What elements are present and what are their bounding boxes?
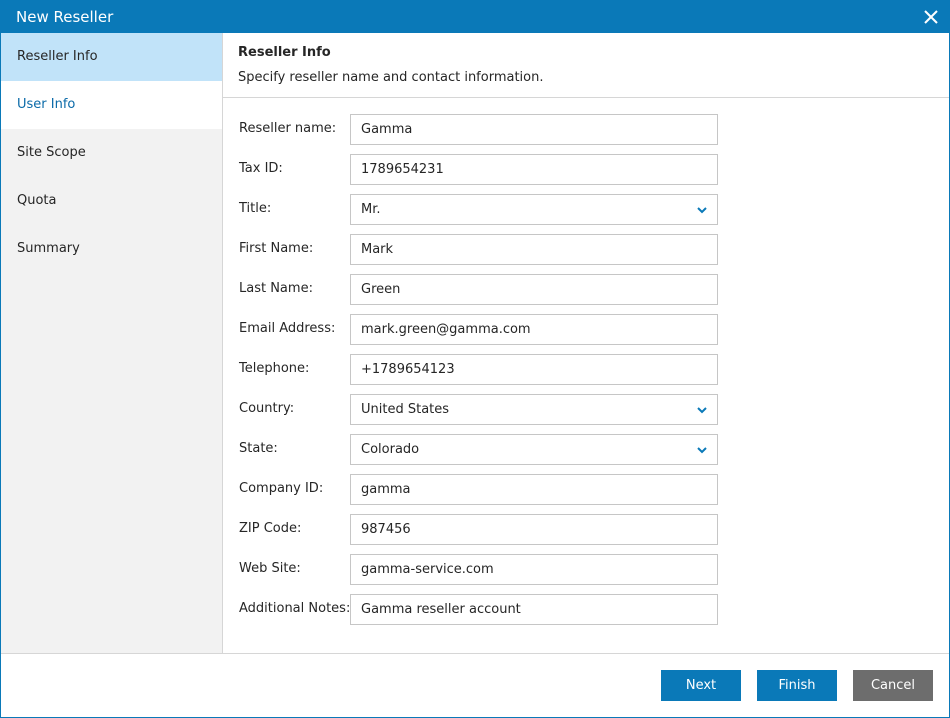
sidebar-item-quota[interactable]: Quota [1,177,222,225]
last-name-input[interactable]: Green [350,274,718,305]
state-label: State: [239,441,278,456]
zip-label: ZIP Code: [239,521,302,536]
first-name-input[interactable]: Mark [350,234,718,265]
sidebar-item-label: Summary [17,241,80,256]
country-select[interactable]: United States [350,394,718,425]
step-header: Reseller Info Specify reseller name and … [223,33,949,98]
new-reseller-dialog: New Reseller Reseller Info User Info Sit… [0,0,950,718]
sidebar-item-label: Reseller Info [17,49,98,64]
form-row-telephone: Telephone: +1789654123 [239,354,719,385]
form-row-state: State: Colorado [239,434,719,465]
form-row-last-name: Last Name: Green [239,274,719,305]
form-row-company-id: Company ID: gamma [239,474,719,505]
chevron-down-icon [697,407,707,414]
notes-input[interactable]: Gamma reseller account [350,594,718,625]
country-select-value: United States [361,402,450,417]
state-select[interactable]: Colorado [350,434,718,465]
close-icon[interactable] [921,7,941,27]
form-row-reseller-name: Reseller name: Gamma [239,114,719,145]
reseller-name-input[interactable]: Gamma [350,114,718,145]
step-title: Reseller Info [238,45,331,60]
form-row-zip: ZIP Code: 987456 [239,514,719,545]
title-bar: New Reseller [1,1,949,33]
email-input[interactable]: mark.green@gamma.com [350,314,718,345]
form-row-country: Country: United States [239,394,719,425]
cancel-button[interactable]: Cancel [853,670,933,701]
title-select[interactable]: Mr. [350,194,718,225]
form-row-first-name: First Name: Mark [239,234,719,265]
form-row-email: Email Address: mark.green@gamma.com [239,314,719,345]
company-id-label: Company ID: [239,481,324,496]
form-row-website: Web Site: gamma-service.com [239,554,719,585]
chevron-down-icon [697,447,707,454]
telephone-input[interactable]: +1789654123 [350,354,718,385]
form-row-notes: Additional Notes: Gamma reseller account [239,594,719,625]
form-row-tax-id: Tax ID: 1789654231 [239,154,719,185]
sidebar-item-summary[interactable]: Summary [1,225,222,273]
finish-button[interactable]: Finish [757,670,837,701]
title-select-value: Mr. [361,202,381,217]
sidebar-item-label: Site Scope [17,145,86,160]
notes-label: Additional Notes: [239,601,351,616]
tax-id-label: Tax ID: [239,161,283,176]
zip-input[interactable]: 987456 [350,514,718,545]
reseller-name-label: Reseller name: [239,121,337,136]
website-label: Web Site: [239,561,301,576]
sidebar-divider [222,33,223,653]
sidebar-item-user-info[interactable]: User Info [1,81,222,129]
email-label: Email Address: [239,321,336,336]
title-label: Title: [239,201,272,216]
header-divider [223,97,949,98]
form-row-title: Title: Mr. [239,194,719,225]
sidebar-item-label: Quota [17,193,57,208]
sidebar-item-reseller-info[interactable]: Reseller Info [1,33,222,81]
state-select-value: Colorado [361,442,420,457]
sidebar-item-site-scope[interactable]: Site Scope [1,129,222,177]
window-title: New Reseller [16,8,114,26]
company-id-input[interactable]: gamma [350,474,718,505]
sidebar-item-label: User Info [17,97,76,112]
last-name-label: Last Name: [239,281,313,296]
footer-divider [1,653,949,654]
step-subtitle: Specify reseller name and contact inform… [238,70,544,85]
tax-id-input[interactable]: 1789654231 [350,154,718,185]
telephone-label: Telephone: [239,361,310,376]
website-input[interactable]: gamma-service.com [350,554,718,585]
first-name-label: First Name: [239,241,314,256]
next-button[interactable]: Next [661,670,741,701]
wizard-steps-sidebar: Reseller Info User Info Site Scope Quota… [1,33,222,653]
country-label: Country: [239,401,295,416]
chevron-down-icon [697,207,707,214]
